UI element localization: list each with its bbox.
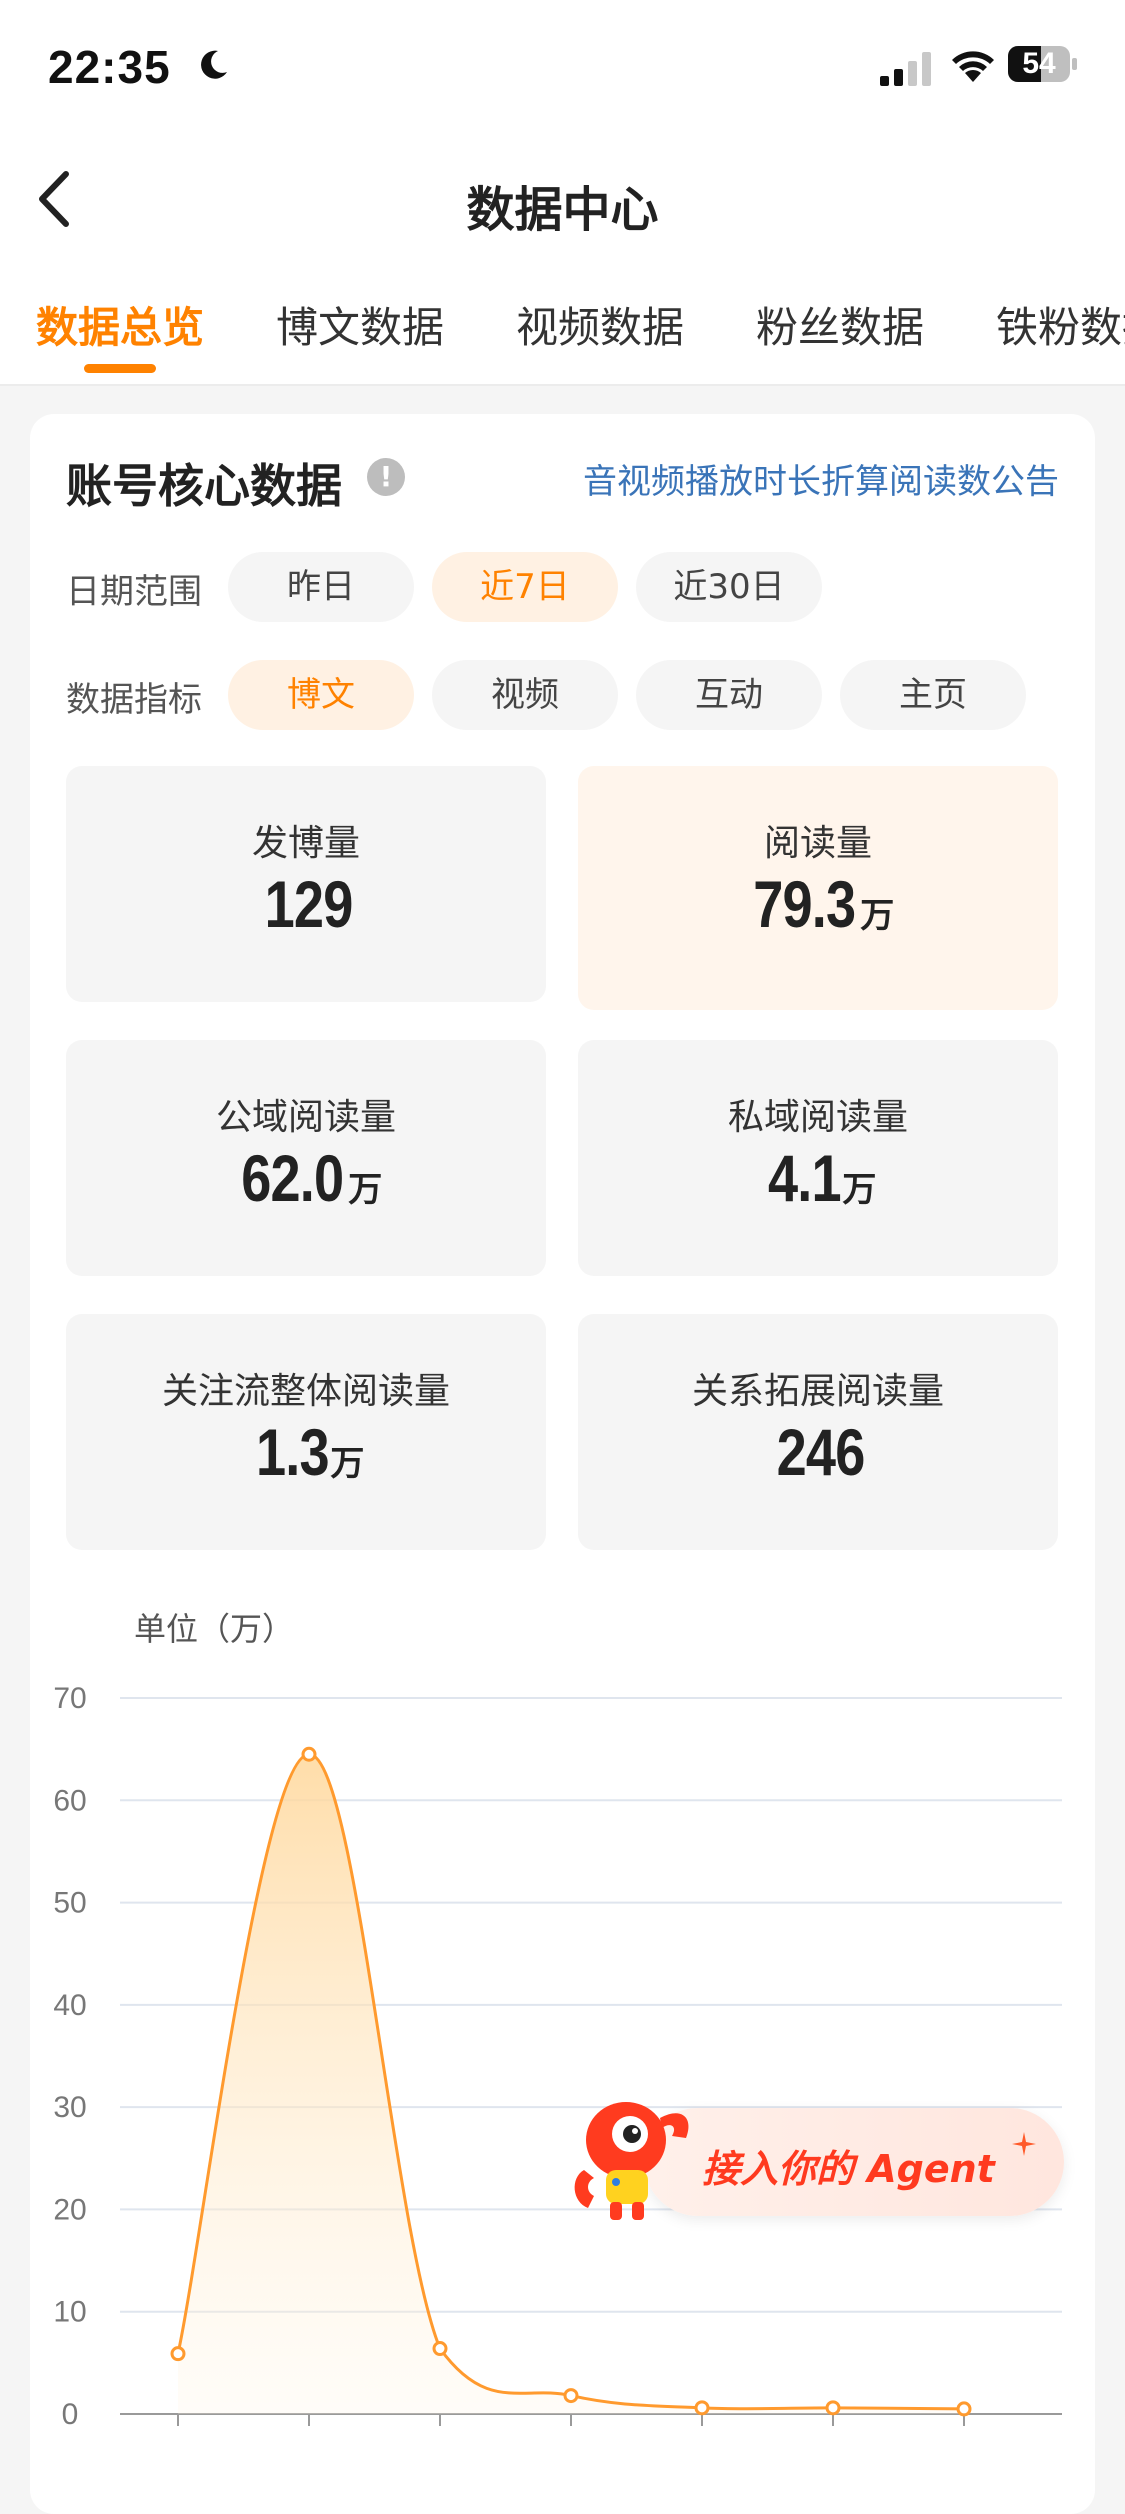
metric-value: 79.3 [752, 867, 856, 941]
metric-option-interaction[interactable]: 互动 [636, 660, 822, 730]
data-point[interactable] [825, 2400, 841, 2416]
y-tick-label: 30 [53, 2091, 86, 2124]
metric-option-video[interactable]: 视频 [432, 660, 618, 730]
battery-icon: 54 [1008, 46, 1078, 86]
sparkle-icon [1012, 2132, 1036, 2156]
notice-link[interactable]: 音视频播放时长折算阅读数公告 [583, 454, 1059, 503]
data-point[interactable] [956, 2401, 972, 2417]
metric-label: 发博量 [251, 823, 360, 864]
active-tab-indicator [84, 364, 156, 373]
y-tick-label: 20 [53, 2193, 86, 2226]
card-title: 账号核心数据 [66, 459, 342, 513]
navigation-bar: 数据中心 [0, 140, 1125, 260]
agent-floating-button[interactable]: 接入你的 Agent [564, 2078, 1064, 2228]
tab-post-data[interactable]: 博文数据 [276, 294, 444, 355]
tab-bar: 数据总览 博文数据 视频数据 粉丝数据 铁粉数据 [0, 260, 1125, 386]
y-tick-label: 50 [53, 1887, 86, 1920]
metric-option-homepage[interactable]: 主页 [840, 660, 1026, 730]
metric-unit: 万 [842, 1171, 877, 1209]
metric-option-post[interactable]: 博文 [228, 660, 414, 730]
tab-fans-data[interactable]: 粉丝数据 [756, 294, 924, 355]
data-point[interactable] [563, 2388, 579, 2404]
tab-iron-fans-data[interactable]: 铁粉数据 [996, 294, 1125, 355]
moon-icon [201, 50, 227, 79]
date-range-label: 日期范围 [66, 572, 202, 612]
agent-button-label: 接入你的 Agent [702, 2147, 995, 2191]
y-tick-label: 70 [53, 1682, 86, 1715]
battery-level: 54 [1022, 47, 1056, 80]
y-tick-label: 0 [62, 2398, 79, 2431]
metric-label: 关系拓展阅读量 [691, 1371, 944, 1412]
data-point[interactable] [170, 2346, 186, 2362]
metric-value: 1.3 [255, 1415, 330, 1489]
metric-unit: 万 [330, 1445, 365, 1483]
date-option-yesterday[interactable]: 昨日 [228, 552, 414, 622]
tab-overview[interactable]: 数据总览 [36, 294, 204, 355]
status-time: 22:35 [48, 41, 171, 93]
page-title: 数据中心 [466, 182, 659, 238]
y-tick-label: 10 [53, 2296, 86, 2329]
metric-unit: 万 [860, 897, 895, 935]
metric-card-public-reads[interactable]: 公域阅读量 62.0 万 [66, 1040, 546, 1276]
metric-label: 私域阅读量 [727, 1097, 908, 1138]
cellular-signal-icon [880, 52, 931, 86]
metric-card-reads[interactable]: 阅读量 79.3 万 [578, 766, 1058, 1010]
y-tick-label: 40 [53, 1989, 86, 2022]
tab-video-data[interactable]: 视频数据 [516, 294, 684, 355]
data-point[interactable] [432, 2341, 448, 2357]
mascot-icon [574, 2102, 689, 2220]
metric-card-private-reads[interactable]: 私域阅读量 4.1万 [578, 1040, 1058, 1276]
metric-label: 公域阅读量 [215, 1097, 396, 1138]
metric-value: 246 [777, 1415, 866, 1489]
metric-type-label: 数据指标 [66, 680, 202, 720]
data-point[interactable] [301, 1746, 317, 1762]
data-point[interactable] [694, 2400, 710, 2416]
info-icon[interactable]: ! [367, 458, 405, 496]
date-option-7days[interactable]: 近7日 [432, 552, 618, 622]
metric-value: 129 [265, 867, 354, 941]
metric-card-relation-reads[interactable]: 关系拓展阅读量 246 [578, 1314, 1058, 1550]
metric-label: 阅读量 [763, 823, 872, 864]
y-tick-label: 60 [53, 1784, 86, 1817]
reads-trend-chart: 0 10 20 30 40 50 60 70 [53, 1682, 1062, 2431]
metric-label: 关注流整体阅读量 [161, 1371, 450, 1412]
metric-value: 62.0 [240, 1141, 344, 1215]
date-option-30days[interactable]: 近30日 [636, 552, 822, 622]
metric-card-follow-feed-reads[interactable]: 关注流整体阅读量 1.3万 [66, 1314, 546, 1550]
metric-card-posts[interactable]: 发博量 129 [66, 766, 546, 1002]
status-bar: 22:35 54 [0, 0, 1125, 140]
metric-value: 4.1 [767, 1141, 842, 1215]
metric-unit: 万 [348, 1171, 383, 1209]
wifi-icon [952, 51, 994, 82]
